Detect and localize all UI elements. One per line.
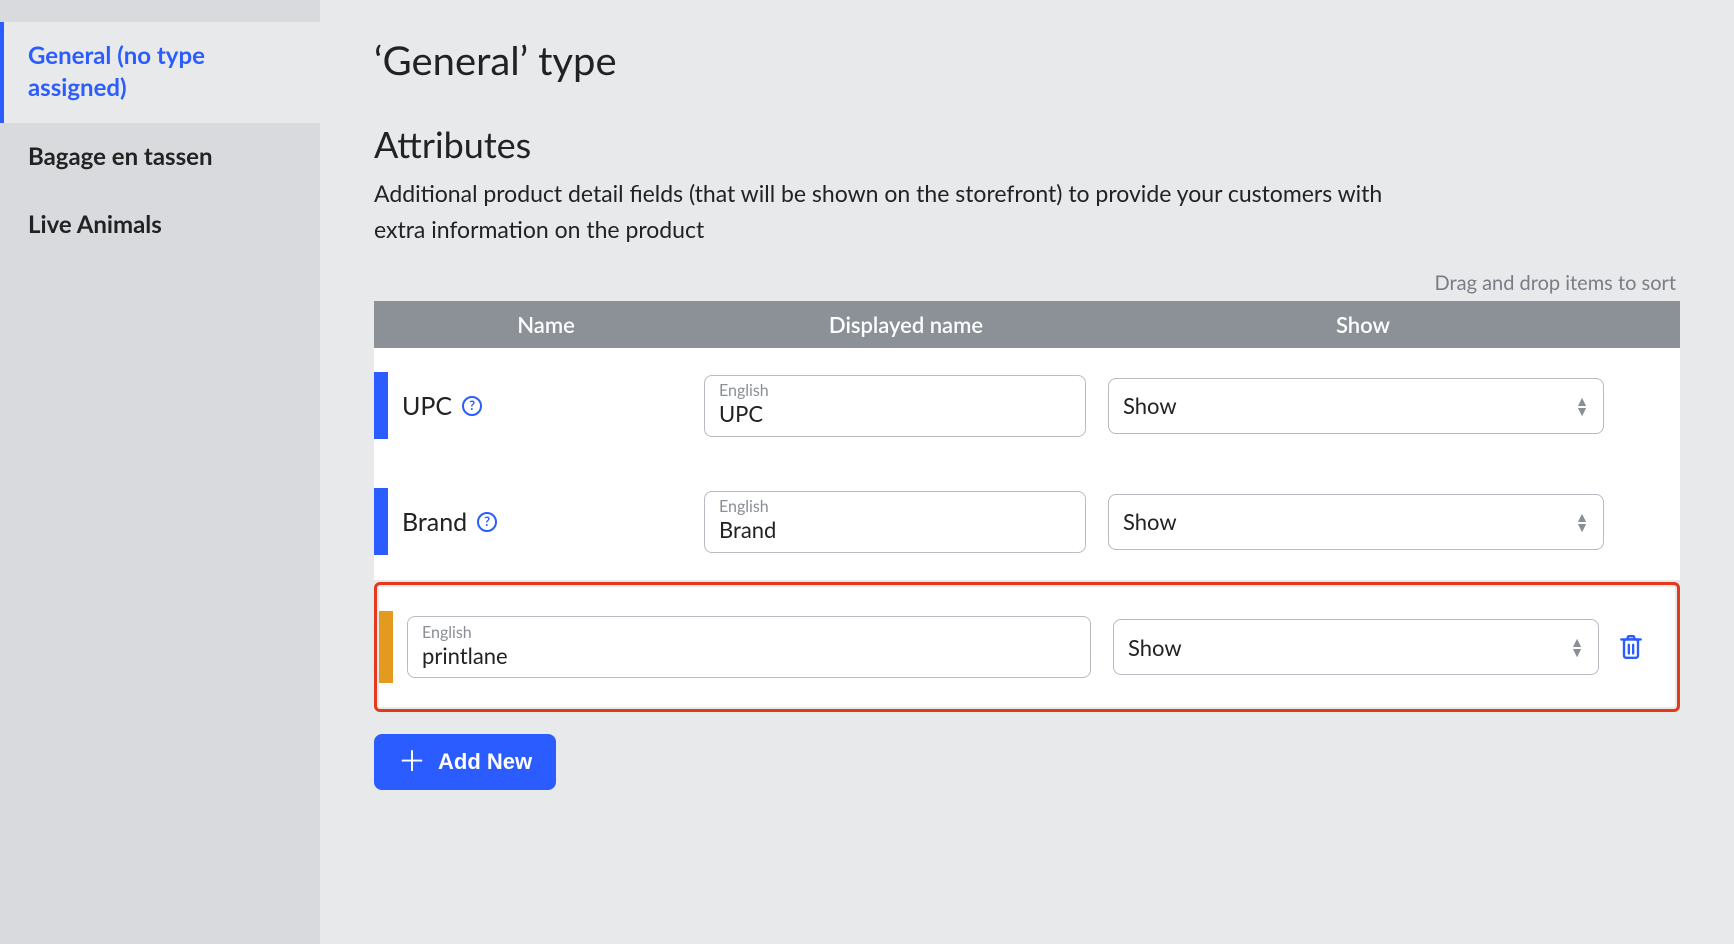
attribute-row[interactable]: English Show ▲▼ [379, 587, 1675, 707]
field-mini-label: English [719, 498, 1071, 516]
drag-handle[interactable] [374, 488, 388, 555]
table-header-row: Name Displayed name Show [374, 301, 1680, 348]
attribute-row[interactable]: UPC ? English Show ▲▼ [374, 348, 1680, 464]
header-show: Show [1108, 311, 1618, 338]
help-icon[interactable]: ? [477, 512, 497, 532]
add-new-label: Add New [438, 749, 532, 775]
attribute-name-input[interactable]: English [407, 616, 1091, 678]
attribute-row[interactable]: Brand ? English Show ▲▼ [374, 464, 1680, 580]
select-value: Show [1123, 508, 1177, 535]
main-content: ‘General’ type Attributes Additional pro… [320, 0, 1734, 944]
sort-hint: Drag and drop items to sort [374, 271, 1680, 295]
displayed-name-input[interactable]: English [704, 491, 1086, 553]
select-value: Show [1123, 392, 1177, 419]
plus-icon: ＋ [398, 748, 426, 776]
show-select[interactable]: Show ▲▼ [1108, 494, 1604, 550]
sidebar-item-live-animals[interactable]: Live Animals [0, 191, 320, 259]
sidebar-item-label: Live Animals [28, 210, 162, 239]
header-displayed-name: Displayed name [704, 311, 1108, 338]
field-mini-label: English [719, 382, 1071, 400]
add-new-button[interactable]: ＋ Add New [374, 734, 556, 790]
sidebar-item-label: Bagage en tassen [28, 142, 213, 171]
field-mini-label: English [422, 624, 1076, 642]
attribute-name-cell: UPC ? [388, 391, 704, 421]
trash-icon [1618, 633, 1644, 661]
show-select[interactable]: Show ▲▼ [1113, 619, 1599, 675]
header-name: Name [388, 311, 704, 338]
attribute-name: Brand [402, 507, 467, 537]
drag-handle[interactable] [374, 372, 388, 439]
sidebar-item-bagage[interactable]: Bagage en tassen [0, 123, 320, 191]
select-chevrons-icon: ▲▼ [1575, 396, 1589, 416]
attribute-name: UPC [402, 391, 452, 421]
select-chevrons-icon: ▲▼ [1575, 512, 1589, 532]
type-sidebar: General (no type assigned) Bagage en tas… [0, 0, 320, 944]
section-heading: Attributes [374, 122, 1680, 166]
attribute-name-field[interactable] [422, 642, 1076, 669]
drag-handle[interactable] [379, 611, 393, 683]
sidebar-item-general[interactable]: General (no type assigned) [0, 22, 320, 123]
select-chevrons-icon: ▲▼ [1570, 637, 1584, 657]
section-description: Additional product detail fields (that w… [374, 176, 1414, 247]
help-icon[interactable]: ? [462, 396, 482, 416]
show-select[interactable]: Show ▲▼ [1108, 378, 1604, 434]
page-title: ‘General’ type [374, 36, 1680, 84]
displayed-name-field[interactable] [719, 400, 1071, 427]
delete-button[interactable] [1613, 629, 1649, 665]
displayed-name-input[interactable]: English [704, 375, 1086, 437]
select-value: Show [1128, 634, 1182, 661]
highlighted-row-frame: English Show ▲▼ [374, 582, 1680, 712]
attribute-table: Name Displayed name Show UPC ? English [374, 301, 1680, 712]
attribute-name-cell: Brand ? [388, 507, 704, 537]
sidebar-item-label: General (no type assigned) [28, 41, 205, 102]
displayed-name-field[interactable] [719, 516, 1071, 543]
